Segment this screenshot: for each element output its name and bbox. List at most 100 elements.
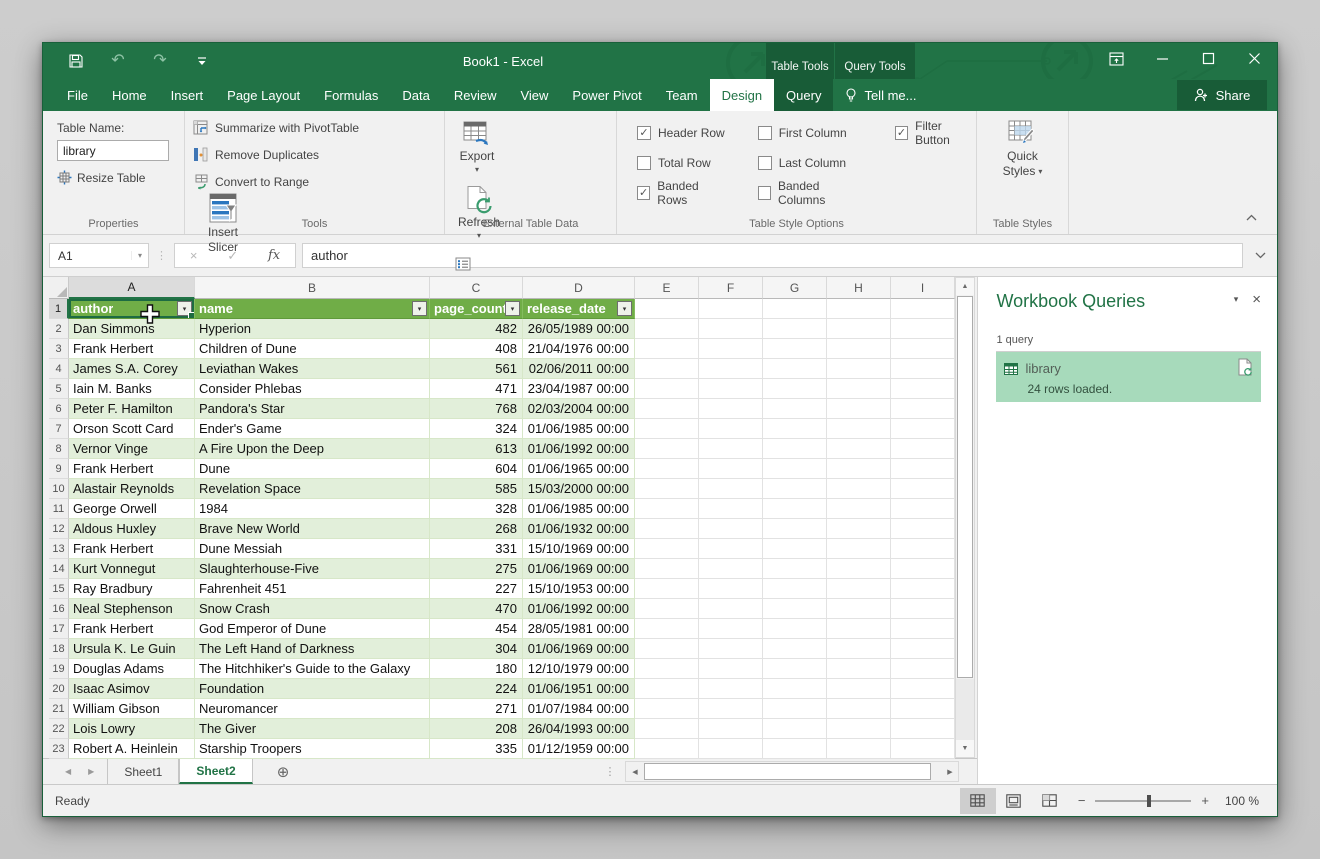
- row-header-14[interactable]: 14: [49, 559, 69, 579]
- cell[interactable]: [827, 359, 891, 379]
- cell[interactable]: [699, 659, 763, 679]
- cell[interactable]: 01/06/1932 00:00: [523, 519, 635, 539]
- data-range-properties-button[interactable]: [453, 255, 473, 273]
- cell[interactable]: [827, 379, 891, 399]
- cell[interactable]: [827, 679, 891, 699]
- tab-insert[interactable]: Insert: [159, 79, 216, 111]
- cell[interactable]: [635, 419, 699, 439]
- cell[interactable]: Orson Scott Card: [69, 419, 195, 439]
- checkbox-total-row[interactable]: Total Row: [637, 154, 728, 171]
- cell[interactable]: [891, 599, 955, 619]
- cell[interactable]: [635, 439, 699, 459]
- cell[interactable]: [827, 299, 891, 319]
- cell[interactable]: [635, 499, 699, 519]
- cell[interactable]: [763, 639, 827, 659]
- cell[interactable]: 1984: [195, 499, 430, 519]
- cell[interactable]: [635, 339, 699, 359]
- normal-view-button[interactable]: [960, 788, 996, 814]
- new-sheet-button[interactable]: ⊕: [271, 759, 296, 784]
- cell[interactable]: [891, 719, 955, 739]
- cell[interactable]: [699, 619, 763, 639]
- undo-button[interactable]: ↶: [109, 52, 127, 70]
- tab-file[interactable]: File: [55, 79, 100, 111]
- resize-table-button[interactable]: Resize Table: [57, 170, 172, 185]
- cell[interactable]: [827, 539, 891, 559]
- zoom-level[interactable]: 100 %: [1219, 794, 1277, 808]
- cell[interactable]: [891, 499, 955, 519]
- cell[interactable]: 335: [430, 739, 523, 759]
- remove-duplicates-button[interactable]: Remove Duplicates: [193, 146, 440, 164]
- cell[interactable]: The Hitchhiker's Guide to the Galaxy: [195, 659, 430, 679]
- table-header-cell[interactable]: name▾: [195, 299, 430, 319]
- cell[interactable]: [635, 479, 699, 499]
- cell[interactable]: [699, 679, 763, 699]
- cell[interactable]: [891, 419, 955, 439]
- cell[interactable]: Pandora's Star: [195, 399, 430, 419]
- page-break-preview-button[interactable]: [1032, 788, 1068, 814]
- vertical-scrollbar[interactable]: ▲ ▼: [955, 277, 975, 758]
- row-header-17[interactable]: 17: [49, 619, 69, 639]
- column-header-E[interactable]: E: [635, 277, 699, 299]
- cell[interactable]: [827, 739, 891, 759]
- cell[interactable]: [827, 639, 891, 659]
- cell[interactable]: 471: [430, 379, 523, 399]
- filter-button[interactable]: ▾: [505, 301, 520, 316]
- cell[interactable]: [891, 699, 955, 719]
- quick-styles-button[interactable]: Quick Styles ▾: [1003, 119, 1043, 179]
- cell[interactable]: [891, 359, 955, 379]
- cell[interactable]: 470: [430, 599, 523, 619]
- cell[interactable]: 01/06/1985 00:00: [523, 419, 635, 439]
- cell[interactable]: 26/04/1993 00:00: [523, 719, 635, 739]
- cell[interactable]: [891, 559, 955, 579]
- cell[interactable]: Neal Stephenson: [69, 599, 195, 619]
- cell[interactable]: [635, 459, 699, 479]
- cell[interactable]: [699, 299, 763, 319]
- cell[interactable]: [699, 699, 763, 719]
- zoom-out-button[interactable]: −: [1068, 793, 1096, 808]
- checkbox-banded-rows[interactable]: ✓Banded Rows: [637, 184, 728, 201]
- row-header-19[interactable]: 19: [49, 659, 69, 679]
- cell[interactable]: [635, 379, 699, 399]
- cell[interactable]: [699, 459, 763, 479]
- cell[interactable]: Lois Lowry: [69, 719, 195, 739]
- cell[interactable]: [763, 299, 827, 319]
- cell[interactable]: 26/05/1989 00:00: [523, 319, 635, 339]
- cell[interactable]: [763, 499, 827, 519]
- cell[interactable]: 604: [430, 459, 523, 479]
- cell[interactable]: 268: [430, 519, 523, 539]
- cell[interactable]: [699, 559, 763, 579]
- cell[interactable]: [699, 519, 763, 539]
- cell[interactable]: 01/06/1969 00:00: [523, 559, 635, 579]
- cell[interactable]: Leviathan Wakes: [195, 359, 430, 379]
- tab-home[interactable]: Home: [100, 79, 159, 111]
- cell[interactable]: Neuromancer: [195, 699, 430, 719]
- cell[interactable]: Snow Crash: [195, 599, 430, 619]
- cell[interactable]: [635, 699, 699, 719]
- cell[interactable]: [699, 539, 763, 559]
- zoom-in-button[interactable]: +: [1191, 793, 1219, 808]
- cell[interactable]: [699, 639, 763, 659]
- previous-sheet-button[interactable]: ◀: [65, 767, 71, 776]
- query-refresh-icon[interactable]: [1238, 358, 1253, 379]
- sheet-tab-sheet2[interactable]: Sheet2: [179, 759, 252, 784]
- cell[interactable]: [699, 399, 763, 419]
- row-header-10[interactable]: 10: [49, 479, 69, 499]
- cell[interactable]: Dan Simmons: [69, 319, 195, 339]
- cell[interactable]: Frank Herbert: [69, 339, 195, 359]
- cell[interactable]: [635, 639, 699, 659]
- row-header-23[interactable]: 23: [49, 739, 69, 759]
- cell[interactable]: [827, 339, 891, 359]
- row-header-16[interactable]: 16: [49, 599, 69, 619]
- cell[interactable]: 02/03/2004 00:00: [523, 399, 635, 419]
- cell[interactable]: Starship Troopers: [195, 739, 430, 759]
- tab-power-pivot[interactable]: Power Pivot: [560, 79, 653, 111]
- cell[interactable]: 23/04/1987 00:00: [523, 379, 635, 399]
- cell[interactable]: [891, 539, 955, 559]
- cell[interactable]: God Emperor of Dune: [195, 619, 430, 639]
- cell[interactable]: [891, 739, 955, 759]
- cell[interactable]: William Gibson: [69, 699, 195, 719]
- cell[interactable]: 408: [430, 339, 523, 359]
- cell[interactable]: [891, 339, 955, 359]
- cell[interactable]: [635, 359, 699, 379]
- cell[interactable]: Fahrenheit 451: [195, 579, 430, 599]
